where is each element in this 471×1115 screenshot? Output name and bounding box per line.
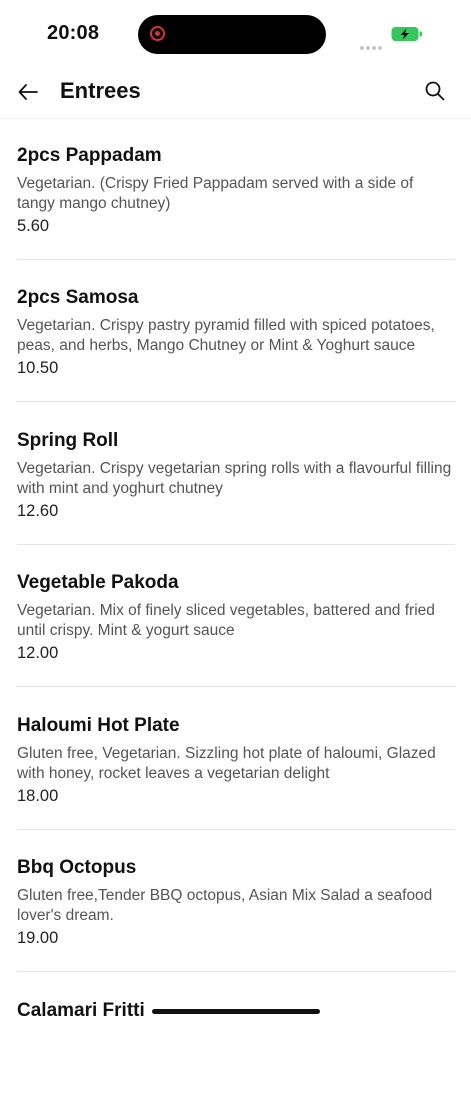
item-name: 2pcs Pappadam bbox=[17, 145, 162, 166]
item-name: Haloumi Hot Plate bbox=[17, 715, 180, 736]
item-description: Gluten free,Tender BBQ octopus, Asian Mi… bbox=[17, 887, 433, 924]
top-app-bar: Entrees bbox=[0, 66, 471, 119]
item-price: 18.00 bbox=[17, 787, 59, 805]
menu-item[interactable]: Calamari Fritti bbox=[17, 973, 455, 1115]
menu-item[interactable]: Vegetable Pakoda Vegetarian. Mix of fine… bbox=[17, 545, 455, 687]
status-bar: 20:08 bbox=[0, 0, 471, 66]
item-description: Vegetarian. Crispy pastry pyramid filled… bbox=[17, 317, 435, 354]
item-name: Bbq Octopus bbox=[17, 857, 137, 878]
menu-item[interactable]: Haloumi Hot Plate Gluten free, Vegetaria… bbox=[17, 688, 455, 830]
screen-recording-icon bbox=[150, 26, 165, 41]
page-title: Entrees bbox=[60, 78, 141, 103]
search-icon bbox=[425, 81, 445, 101]
home-indicator[interactable] bbox=[152, 1009, 320, 1014]
item-price: 12.60 bbox=[17, 502, 59, 520]
dynamic-island bbox=[138, 15, 326, 54]
menu-item[interactable]: 2pcs Pappadam Vegetarian. (Crispy Fried … bbox=[17, 118, 455, 260]
item-description: Gluten free, Vegetarian. Sizzling hot pl… bbox=[17, 745, 436, 782]
item-price: 10.50 bbox=[17, 359, 59, 377]
status-time: 20:08 bbox=[47, 22, 100, 44]
item-price: 12.00 bbox=[17, 644, 59, 662]
menu-item[interactable]: 2pcs Samosa Vegetarian. Crispy pastry py… bbox=[17, 260, 455, 402]
item-name: Spring Roll bbox=[17, 430, 119, 451]
menu-item[interactable]: Spring Roll Vegetarian. Crispy vegetaria… bbox=[17, 403, 455, 545]
item-description: Vegetarian. Mix of finely sliced vegetab… bbox=[17, 602, 435, 639]
item-description: Vegetarian. Crispy vegetarian spring rol… bbox=[17, 460, 452, 497]
search-button[interactable] bbox=[422, 78, 448, 104]
menu-item[interactable]: Bbq Octopus Gluten free,Tender BBQ octop… bbox=[17, 830, 455, 972]
arrow-left-icon bbox=[18, 84, 38, 100]
battery-charging-icon bbox=[391, 27, 422, 41]
item-name: Calamari Fritti bbox=[17, 1000, 145, 1021]
item-description: Vegetarian. (Crispy Fried Pappadam serve… bbox=[17, 175, 414, 212]
item-name: Vegetable Pakoda bbox=[17, 572, 179, 593]
item-price: 19.00 bbox=[17, 929, 59, 947]
item-price: 5.60 bbox=[17, 217, 50, 235]
item-name: 2pcs Samosa bbox=[17, 287, 139, 308]
signal-icon bbox=[360, 37, 384, 55]
back-button[interactable] bbox=[14, 78, 42, 106]
